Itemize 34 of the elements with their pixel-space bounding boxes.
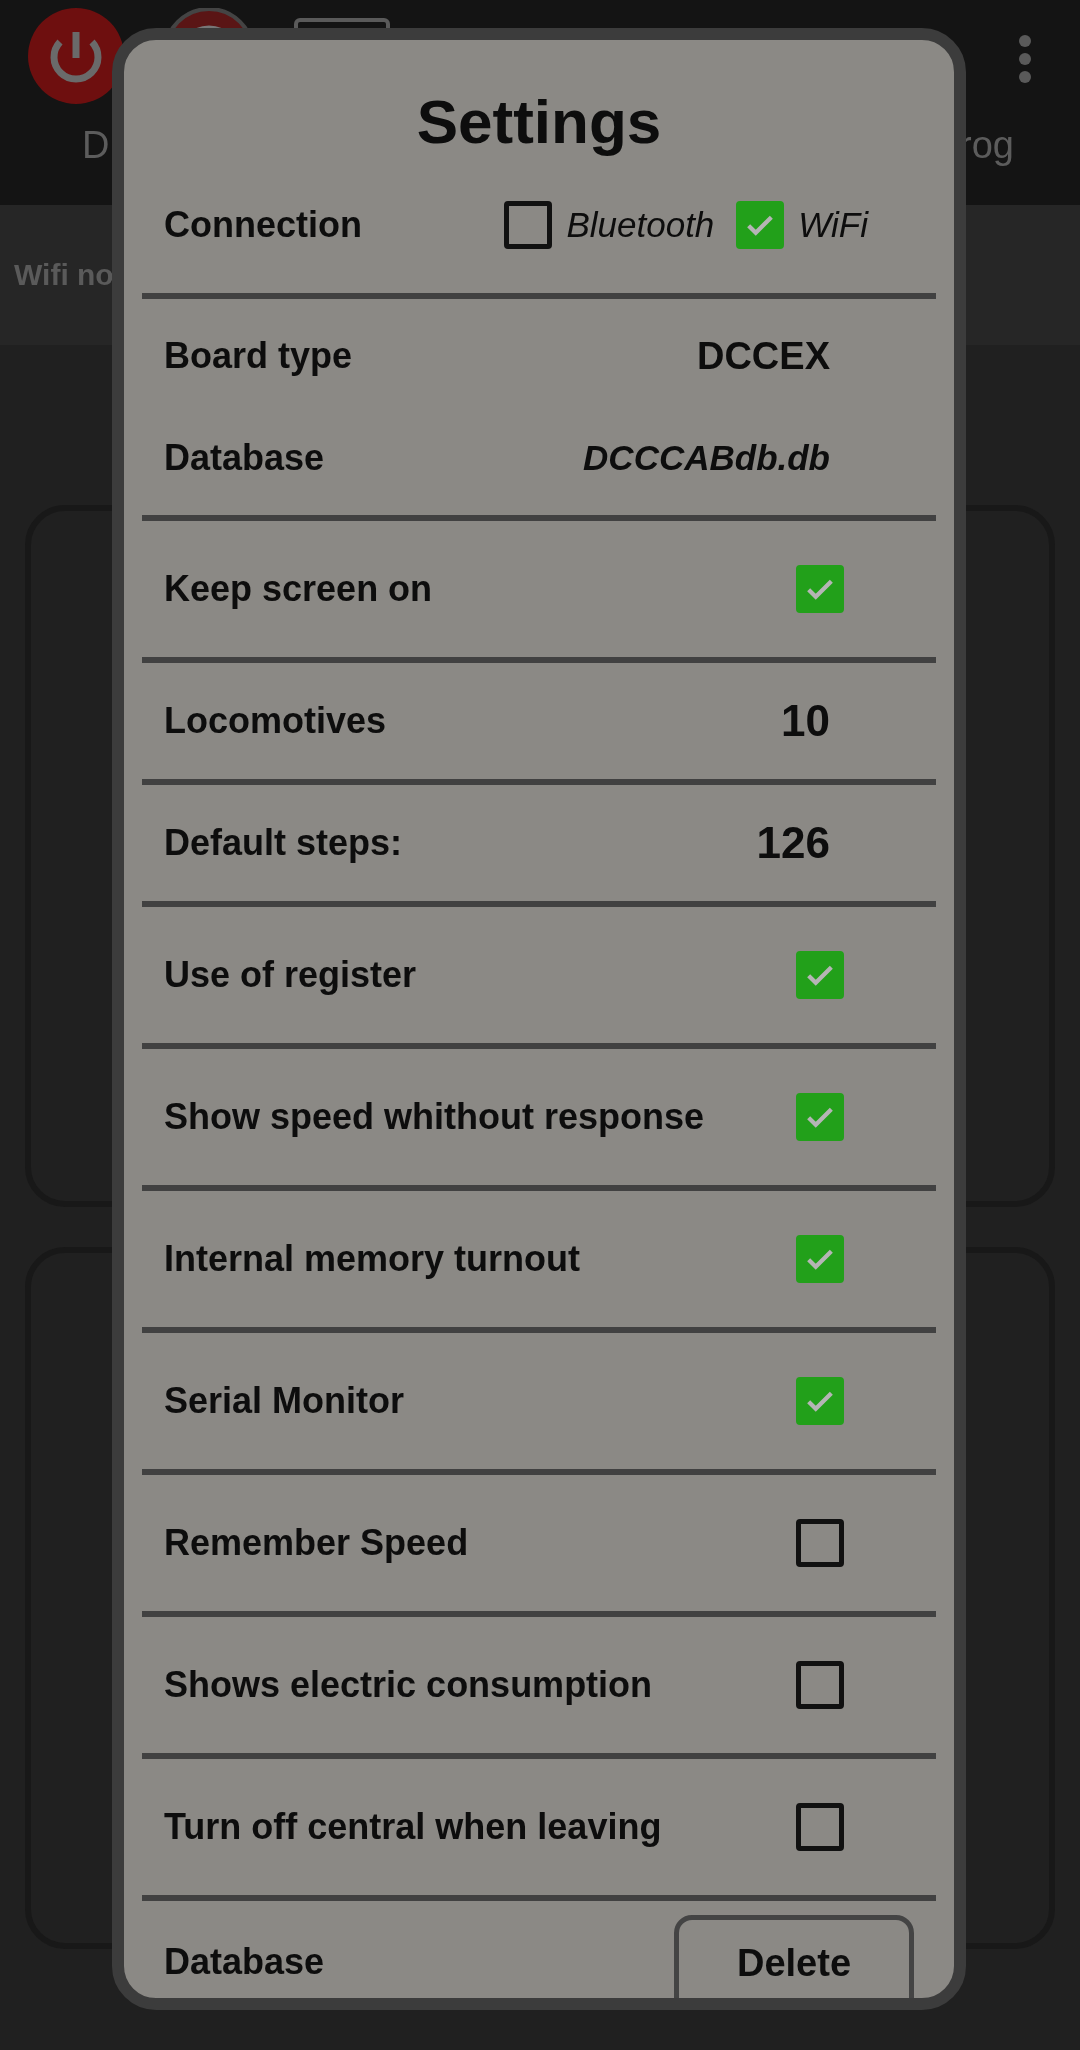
setting-label: Database xyxy=(163,437,325,479)
setting-label: Keep screen on xyxy=(163,568,433,610)
checkbox[interactable] xyxy=(796,1093,844,1141)
option-label[interactable]: WiFi xyxy=(798,205,868,245)
setting-label: Internal memory turnout xyxy=(163,1238,581,1280)
checkbox[interactable] xyxy=(796,1803,844,1851)
setting-label: Connection xyxy=(163,204,362,246)
setting-label: Show speed whithout response xyxy=(163,1096,705,1138)
checkbox[interactable] xyxy=(796,1661,844,1709)
setting-value: DCCEX xyxy=(696,334,830,378)
checkbox[interactable] xyxy=(796,565,844,613)
power-icon[interactable] xyxy=(28,8,124,104)
number-value[interactable]: 10 xyxy=(781,696,830,746)
setting-label: Turn off central when leaving xyxy=(163,1806,662,1848)
setting-value: DCCCABdb.db xyxy=(583,438,830,478)
setting-label: Shows electric consumption xyxy=(163,1664,653,1706)
more-icon[interactable] xyxy=(1018,34,1032,84)
setting-label: Remember Speed xyxy=(163,1522,469,1564)
checkbox[interactable] xyxy=(796,951,844,999)
setting-label: Board type xyxy=(163,335,353,377)
checkbox[interactable] xyxy=(796,1235,844,1283)
option-label[interactable]: Bluetooth xyxy=(566,205,715,245)
delete-button[interactable]: Delete xyxy=(674,1915,914,1998)
setting-label: Locomotives xyxy=(163,700,387,742)
checkbox[interactable] xyxy=(504,201,553,249)
checkbox[interactable] xyxy=(736,201,785,249)
setting-label: Default steps: xyxy=(163,822,403,864)
number-value[interactable]: 126 xyxy=(756,818,830,868)
setting-label: Database xyxy=(163,1941,325,1983)
checkbox[interactable] xyxy=(796,1377,844,1425)
setting-label: Use of register xyxy=(163,954,417,996)
setting-label: Serial Monitor xyxy=(163,1380,405,1422)
dialog-title: Settings xyxy=(415,86,663,157)
checkbox[interactable] xyxy=(796,1519,844,1567)
